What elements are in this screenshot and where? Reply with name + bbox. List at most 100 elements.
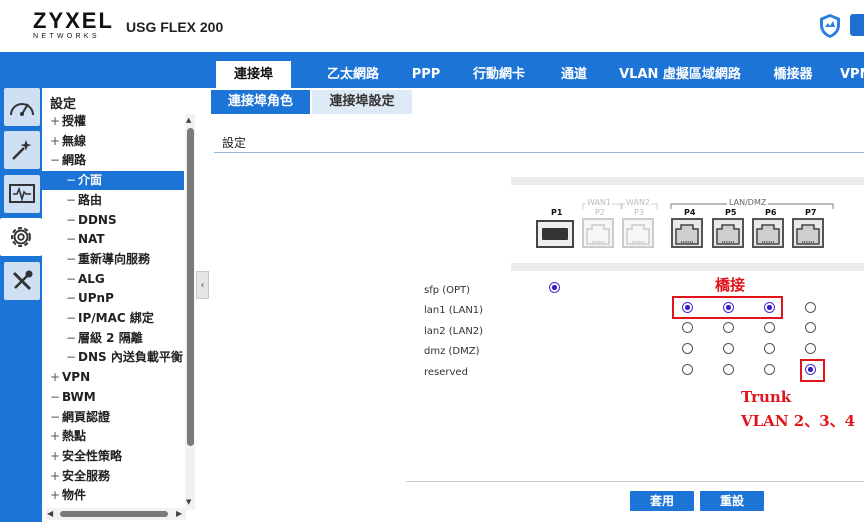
nav-item[interactable]: + VPN bbox=[42, 368, 184, 387]
footer-divider bbox=[406, 481, 864, 482]
role-radio-p7[interactable] bbox=[805, 302, 816, 313]
section-divider bbox=[214, 152, 864, 153]
nav-item[interactable]: − 路由 bbox=[42, 191, 184, 210]
configuration-button[interactable] bbox=[0, 218, 42, 256]
port-label-p1: P1 bbox=[551, 208, 563, 217]
trunk-highlight-box bbox=[800, 359, 825, 382]
nav-scroll-thumb[interactable] bbox=[187, 128, 194, 446]
tab-ethernet[interactable]: 乙太網路 bbox=[316, 61, 390, 88]
role-radio-p6[interactable] bbox=[764, 322, 775, 333]
role-radio-p4[interactable] bbox=[682, 343, 693, 354]
expand-icon: + bbox=[49, 114, 61, 128]
tree-dash-icon: − bbox=[65, 212, 77, 227]
nav-item[interactable]: − 層級 2 隔離 bbox=[42, 329, 184, 348]
nav-vertical-scrollbar[interactable]: ▲ ▼ bbox=[185, 114, 195, 510]
nav-item[interactable]: − 重新導向服務 bbox=[42, 250, 184, 269]
role-radio-p4[interactable] bbox=[682, 322, 693, 333]
tab-ports[interactable]: 連接埠 bbox=[216, 61, 291, 88]
nav-item[interactable]: − 網頁認證 bbox=[42, 408, 184, 427]
role-radio-p4[interactable] bbox=[682, 364, 693, 375]
role-radio-p7[interactable] bbox=[805, 343, 816, 354]
role-radio-p6[interactable] bbox=[764, 364, 775, 375]
nav-item[interactable]: − NAT bbox=[42, 230, 184, 249]
nav-item[interactable]: + 熱點 bbox=[42, 427, 184, 446]
nav-item[interactable]: − IP/MAC 綁定 bbox=[42, 309, 184, 328]
tree-dash-icon: − bbox=[65, 192, 77, 207]
role-radio-p7[interactable] bbox=[805, 322, 816, 333]
port-p6[interactable] bbox=[752, 218, 784, 248]
scroll-left-arrow-icon[interactable]: ◀ bbox=[47, 509, 53, 518]
nav-item[interactable]: − 介面 bbox=[42, 171, 184, 191]
scroll-down-arrow-icon[interactable]: ▼ bbox=[186, 498, 191, 506]
nav-item-label: 授權 bbox=[62, 114, 87, 128]
nav-item-label: 熱點 bbox=[62, 429, 87, 444]
tab-bridge[interactable]: 橋接器 bbox=[764, 61, 822, 88]
subtab-port-role[interactable]: 連接埠角色 bbox=[211, 90, 310, 114]
tab-vpn[interactable]: VPN bbox=[840, 61, 864, 88]
config-nav-tree: 設定 + 授權 + 無線 − 網路 − 介面 − 路由 − DDNS − NAT − 重新導向服務 − ALG − U… bbox=[42, 88, 196, 522]
tree-dash-icon: − bbox=[65, 232, 77, 247]
nav-item-label: IP/MAC 綁定 bbox=[78, 311, 154, 325]
port-p4[interactable] bbox=[671, 218, 703, 248]
group-label-wan2: WAN2 bbox=[625, 198, 652, 207]
sfp-slot-icon bbox=[542, 228, 568, 240]
tab-cellular[interactable]: 行動網卡 bbox=[464, 61, 534, 88]
expand-icon: + bbox=[49, 448, 61, 463]
nav-item[interactable]: + 無線 bbox=[42, 132, 184, 151]
nav-item-label: VPN bbox=[62, 370, 91, 385]
app-header: ZYXEL NETWORKS USG FLEX 200 bbox=[0, 0, 864, 52]
tree-dash-icon: − bbox=[65, 251, 77, 266]
zyxel-logo: ZYXEL NETWORKS bbox=[33, 10, 114, 41]
gear-icon bbox=[11, 227, 31, 247]
wizard-button[interactable] bbox=[4, 131, 40, 169]
dashboard-gauge-icon bbox=[10, 103, 34, 116]
tab-tunnel[interactable]: 通道 bbox=[552, 61, 596, 88]
nav-item[interactable]: − DDNS bbox=[42, 211, 184, 230]
tree-dash-icon: − bbox=[49, 389, 61, 404]
role-radio-p5[interactable] bbox=[723, 343, 734, 354]
apply-button[interactable]: 套用 bbox=[630, 491, 694, 511]
scroll-up-arrow-icon[interactable]: ▲ bbox=[186, 116, 191, 124]
nav-item[interactable]: − ALG bbox=[42, 270, 184, 289]
ethernet-port-icon bbox=[796, 224, 820, 245]
nav-hscroll-thumb[interactable] bbox=[60, 511, 168, 517]
nav-item[interactable]: − DNS 內送負載平衡 bbox=[42, 348, 184, 367]
collapse-sidebar-button[interactable]: ‹ bbox=[196, 271, 209, 299]
nav-item[interactable]: − BWM bbox=[42, 388, 184, 407]
expand-icon: + bbox=[49, 429, 61, 444]
port-p5[interactable] bbox=[712, 218, 744, 248]
role-label-dmz: dmz (DMZ) bbox=[424, 346, 480, 357]
reset-button[interactable]: 重設 bbox=[700, 491, 764, 511]
dashboard-button[interactable] bbox=[4, 88, 40, 126]
nav-item-label: DDNS bbox=[78, 212, 117, 227]
vlan-annotation: VLAN 2、3、4 bbox=[741, 412, 856, 430]
sub-tabs: 連接埠角色 連接埠設定 bbox=[211, 88, 864, 114]
nav-item[interactable]: + 安全服務 bbox=[42, 467, 184, 486]
role-radio-p1[interactable] bbox=[549, 282, 560, 293]
header-menu-button[interactable] bbox=[850, 14, 864, 36]
port-label-p5: P5 bbox=[725, 208, 737, 217]
scroll-right-arrow-icon[interactable]: ▶ bbox=[176, 509, 182, 518]
role-radio-p5[interactable] bbox=[723, 364, 734, 375]
monitor-pulse-icon bbox=[9, 184, 35, 203]
shield-icon[interactable] bbox=[818, 13, 842, 43]
nav-item[interactable]: + 安全性策略 bbox=[42, 447, 184, 466]
nav-item[interactable]: + 授權 bbox=[42, 112, 184, 131]
nav-item[interactable]: + 物件 bbox=[42, 486, 184, 505]
nav-item-label: 物件 bbox=[62, 488, 87, 503]
nav-item[interactable]: − 網路 bbox=[42, 151, 184, 170]
nav-item[interactable]: − UPnP bbox=[42, 289, 184, 308]
port-p1-sfp[interactable] bbox=[536, 220, 574, 248]
monitor-button[interactable] bbox=[4, 175, 40, 213]
section-title: 設定 bbox=[222, 136, 247, 150]
role-radio-p6[interactable] bbox=[764, 343, 775, 354]
tab-vlan[interactable]: VLAN 虛擬區域網路 bbox=[614, 61, 746, 88]
role-radio-p5[interactable] bbox=[723, 322, 734, 333]
tab-ppp[interactable]: PPP bbox=[404, 61, 448, 88]
maintenance-button[interactable] bbox=[4, 262, 40, 300]
port-label-p4: P4 bbox=[684, 208, 696, 217]
port-p7[interactable] bbox=[792, 218, 824, 248]
tree-dash-icon: − bbox=[65, 350, 77, 365]
nav-horizontal-scrollbar[interactable]: ◀ ▶ bbox=[46, 508, 186, 520]
subtab-port-settings[interactable]: 連接埠設定 bbox=[312, 90, 412, 114]
